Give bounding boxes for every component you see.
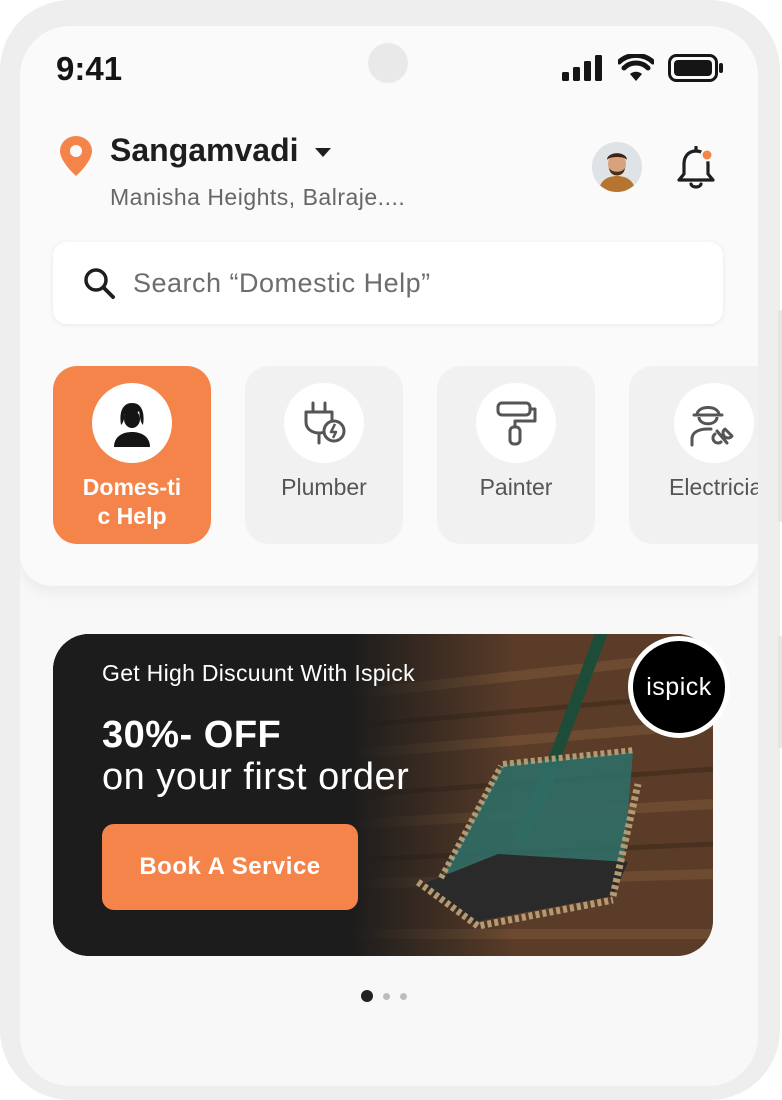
- category-label: Painter: [479, 474, 553, 500]
- search-bar[interactable]: Search “Domestic Help”: [53, 242, 723, 324]
- woman-icon: [114, 403, 150, 447]
- book-service-button[interactable]: Book A Service: [102, 824, 358, 910]
- signal-icon: [562, 55, 602, 81]
- profile-photo: [592, 142, 642, 192]
- category-plumber[interactable]: Plumber: [245, 366, 403, 544]
- banner-subtitle: Get High Discuunt With Ispick: [102, 660, 415, 686]
- category-icon-circle: [92, 383, 172, 463]
- category-icon-circle: [674, 383, 754, 463]
- worker-wrench-icon: [690, 406, 734, 447]
- category-label: Plumber: [281, 474, 367, 500]
- wifi-icon: [618, 54, 654, 81]
- side-button: [778, 310, 782, 522]
- category-electrician[interactable]: Electricia: [629, 366, 758, 544]
- address-text: Manisha Heights, Balraje....: [110, 184, 406, 210]
- banner-pagination: [361, 990, 407, 1002]
- side-button: [778, 636, 782, 748]
- ispick-logo: ispick: [628, 636, 730, 738]
- category-label: Electricia: [669, 474, 758, 500]
- category-painter[interactable]: Painter: [437, 366, 595, 544]
- city-name: Sangamvadi: [110, 132, 299, 168]
- search-input[interactable]: Search “Domestic Help”: [133, 268, 431, 299]
- search-icon: [84, 268, 115, 299]
- page-dot-active[interactable]: [361, 990, 373, 1002]
- battery-icon: [668, 54, 723, 82]
- category-label: Domes-tic Help: [82, 474, 182, 529]
- location-pin-icon: [60, 136, 92, 176]
- status-icons: [562, 54, 724, 82]
- notification-bell-icon[interactable]: [676, 146, 716, 190]
- status-time: 9:41: [56, 50, 123, 87]
- page-dot[interactable]: [400, 992, 407, 1000]
- camera-notch: [368, 43, 408, 83]
- header-card: 9:41 Sangamvadi Manisha Heights, Balraje…: [20, 26, 758, 586]
- avatar[interactable]: [592, 142, 642, 192]
- paint-roller-icon: [496, 401, 537, 446]
- promo-banner[interactable]: Get High Discuunt With Ispick 30%- OFF o…: [53, 634, 713, 956]
- banner-headline: 30%- OFF: [102, 714, 282, 756]
- page-dot[interactable]: [383, 992, 390, 1000]
- category-icon-circle: [284, 383, 364, 463]
- category-icon-circle: [476, 383, 556, 463]
- banner-offer-line: on your first order: [102, 756, 410, 798]
- category-domestic-help[interactable]: Domes-tic Help: [53, 366, 211, 544]
- location-selector[interactable]: Sangamvadi: [110, 132, 331, 169]
- chevron-down-icon: [314, 148, 331, 157]
- plug-icon: [304, 401, 346, 445]
